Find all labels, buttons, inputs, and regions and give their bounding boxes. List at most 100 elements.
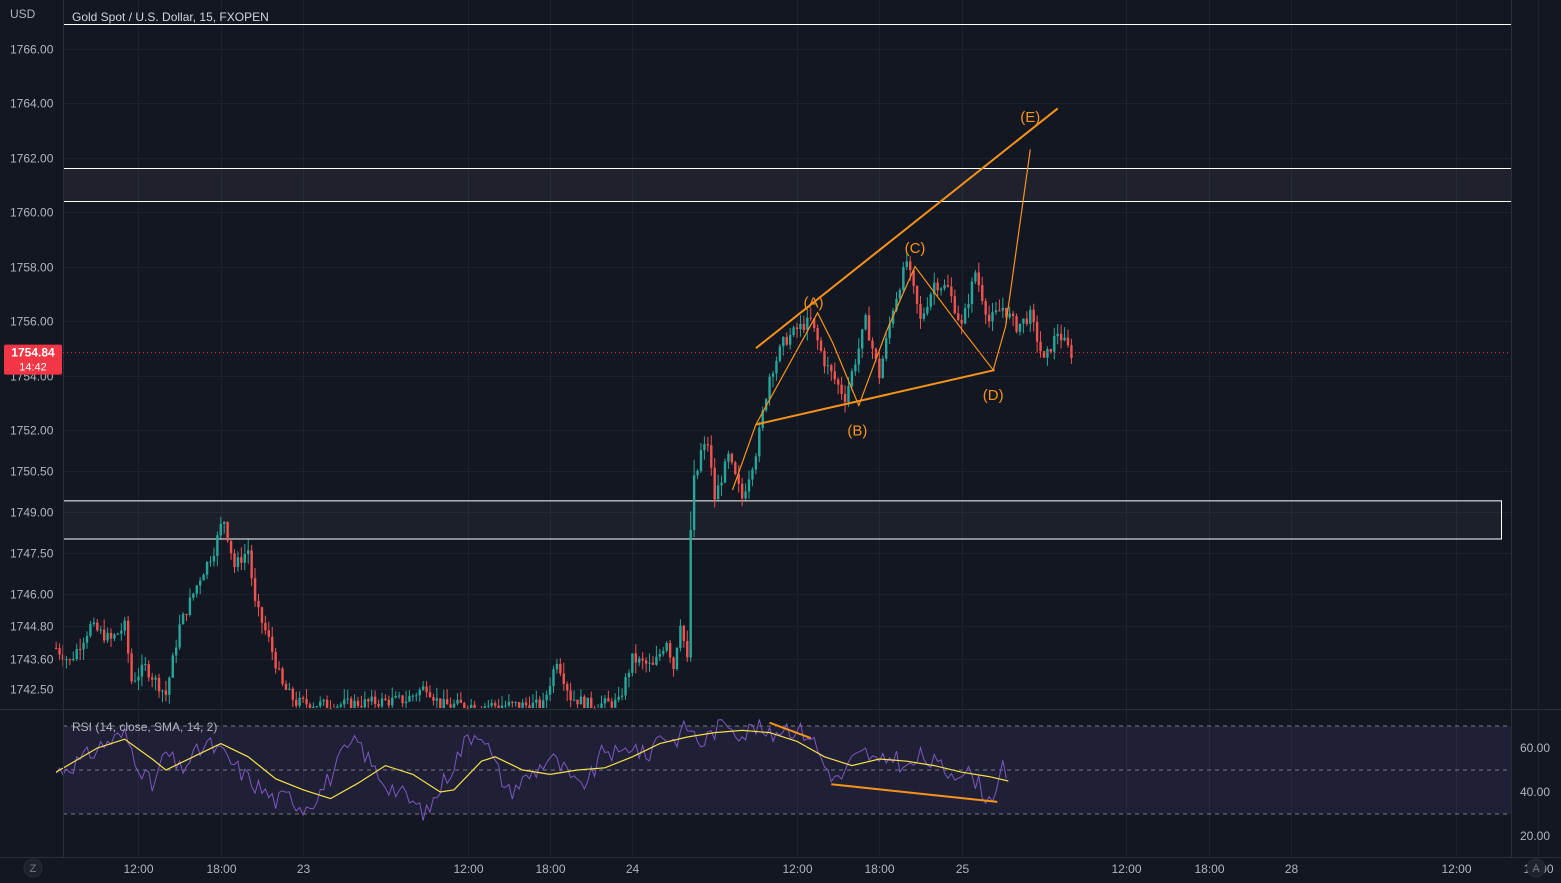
rsi-pane[interactable]: RSI (14, close, SMA, 14, 2) <box>55 710 1539 857</box>
candle-body <box>854 364 857 372</box>
rsi-tick-label: 20.00 <box>1520 829 1550 843</box>
zoom-toggle-button[interactable]: Z <box>23 858 43 878</box>
candle-body <box>1063 337 1066 341</box>
trading-chart[interactable]: (A) (B) (C) (D) (E) RSI (14, close, SMA, 14,… <box>0 0 1561 883</box>
candle-body <box>72 658 75 660</box>
time-tick-label: 23 <box>297 862 311 876</box>
candle-body <box>322 699 325 702</box>
candle-body <box>147 664 150 678</box>
candle-body <box>240 557 243 563</box>
candle-body <box>939 288 943 291</box>
candle-body <box>559 663 562 674</box>
candle-body <box>871 340 874 349</box>
candle-body <box>195 585 198 594</box>
candle-body <box>545 694 548 701</box>
wave-label: (B) <box>847 422 867 439</box>
candle-body <box>905 261 908 267</box>
candle-body <box>658 653 662 657</box>
wave-label: (D) <box>983 387 1004 404</box>
candle-body <box>469 704 473 708</box>
candle-body <box>370 696 373 702</box>
candle-body <box>89 624 92 636</box>
candle-body <box>528 705 531 708</box>
candle-body <box>675 647 679 670</box>
candle-body <box>586 697 589 708</box>
price-tick-label: 1758.00 <box>10 261 54 275</box>
price-pane[interactable]: (A) (B) (C) (D) (E) <box>54 0 1539 711</box>
candle-body <box>418 689 421 696</box>
candle-body <box>665 642 668 651</box>
candle-body <box>788 335 792 345</box>
rsi-tick-label: 40.00 <box>1520 785 1550 799</box>
candle-body <box>209 561 212 563</box>
candle-body <box>500 705 504 708</box>
candle-body <box>106 632 109 641</box>
support-zone-box <box>63 500 1502 540</box>
candle-body <box>936 282 939 291</box>
auto-scale-button[interactable]: A <box>1526 858 1546 878</box>
candle-body <box>960 319 963 324</box>
wave-label: (E) <box>1020 109 1040 126</box>
candle-body <box>202 574 205 581</box>
candle-body <box>380 698 384 707</box>
candle-body <box>926 306 929 314</box>
candle-body <box>226 521 229 541</box>
candle-body <box>843 393 847 403</box>
candle-body <box>857 348 860 365</box>
candle-body <box>130 653 133 682</box>
candle-body <box>730 453 734 463</box>
candle-body <box>185 613 188 615</box>
candle-body <box>325 699 329 708</box>
candle-body <box>1035 322 1039 342</box>
candle-body <box>566 684 569 691</box>
candle-body <box>504 705 507 707</box>
candle-body <box>497 705 500 708</box>
zoom-button-label[interactable]: Z <box>30 863 37 875</box>
candle-body <box>199 580 202 586</box>
candle-body <box>651 662 655 665</box>
candle-body <box>672 657 675 670</box>
candle-body <box>421 686 425 690</box>
candle-body <box>919 303 922 319</box>
candle-body <box>816 328 819 341</box>
candle-body <box>878 358 881 379</box>
candle-body <box>970 281 974 305</box>
candle-body <box>1066 337 1070 346</box>
candle-body <box>243 554 246 563</box>
candle-body <box>514 702 517 704</box>
candle-body <box>92 622 96 625</box>
candle-body <box>298 697 301 706</box>
candle-body <box>867 315 871 341</box>
price-pane-area[interactable] <box>63 0 1511 709</box>
symbol-title[interactable]: Gold Spot / U.S. Dollar, 15, FXOPEN <box>72 10 269 24</box>
candle-body <box>102 629 106 641</box>
bar-countdown: 14:42 <box>19 362 47 374</box>
rsi-indicator-label[interactable]: RSI (14, close, SMA, 14, 2) <box>72 720 217 734</box>
candle-body <box>288 688 291 690</box>
rsi-tick-label: 60.00 <box>1520 741 1550 755</box>
candle-body <box>133 680 137 682</box>
candle-body <box>950 286 953 297</box>
candle-body <box>473 704 476 708</box>
candle-body <box>178 624 181 648</box>
candle-body <box>946 285 950 287</box>
candle-body <box>154 677 157 680</box>
candle-body <box>929 294 932 307</box>
candle-body <box>864 315 867 330</box>
candle-body <box>1032 309 1035 323</box>
price-tick-label: 1747.50 <box>10 547 54 561</box>
candle-body <box>974 272 977 282</box>
candle-body <box>860 329 864 349</box>
auto-button-label[interactable]: A <box>1532 863 1540 875</box>
time-tick-label: 12:00 <box>1111 862 1141 876</box>
candle-body <box>164 690 168 695</box>
candle-body <box>212 555 216 562</box>
candle-body <box>1029 309 1032 324</box>
price-tick-label: 1764.00 <box>10 97 54 111</box>
candle-body <box>439 698 442 708</box>
candle-body <box>655 656 658 665</box>
candle-body <box>425 686 428 693</box>
candle-body <box>751 469 754 480</box>
candle-body <box>785 337 788 345</box>
candle-body <box>449 704 452 708</box>
